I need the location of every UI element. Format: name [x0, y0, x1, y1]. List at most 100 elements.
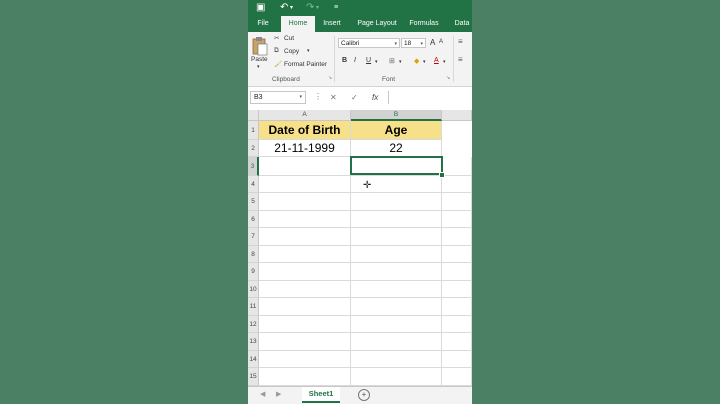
- grid-cell[interactable]: [442, 333, 472, 351]
- row-header-14[interactable]: 14: [248, 351, 259, 368]
- grid-cell[interactable]: [259, 351, 351, 368]
- borders-dropdown-icon[interactable]: ▾: [399, 59, 402, 65]
- undo-icon[interactable]: ↶: [280, 1, 288, 15]
- font-launcher-icon[interactable]: ↘: [446, 75, 450, 81]
- grid-cell[interactable]: [442, 176, 472, 193]
- fill-color-icon[interactable]: ◆: [414, 57, 419, 65]
- align-top-icon[interactable]: ≡: [458, 37, 463, 46]
- row-header-7[interactable]: 7: [248, 228, 259, 246]
- grid-cell[interactable]: [259, 368, 351, 386]
- redo-icon[interactable]: ↷: [306, 1, 314, 15]
- grid-cell[interactable]: [442, 246, 472, 263]
- grid-cell[interactable]: [442, 193, 472, 211]
- grid-cell[interactable]: [442, 351, 472, 368]
- cell-b1[interactable]: Age: [351, 121, 442, 140]
- grid-cell[interactable]: [442, 228, 472, 246]
- fill-dropdown-icon[interactable]: ▾: [423, 59, 426, 65]
- grid-cell[interactable]: [259, 333, 351, 351]
- underline-button[interactable]: U: [366, 57, 371, 64]
- grid-cell[interactable]: [442, 316, 472, 333]
- grid-cell[interactable]: [351, 263, 442, 281]
- save-icon[interactable]: ▣: [256, 1, 265, 15]
- grid-cell[interactable]: [259, 211, 351, 228]
- grid-cell[interactable]: [259, 228, 351, 246]
- row-header-8[interactable]: 8: [248, 246, 259, 263]
- sheet-next-icon[interactable]: ▶: [276, 390, 281, 398]
- tab-data[interactable]: Data: [449, 16, 472, 32]
- tab-page-layout[interactable]: Page Layout: [352, 16, 402, 32]
- clipboard-launcher-icon[interactable]: ↘: [328, 75, 332, 81]
- bold-button[interactable]: B: [342, 57, 347, 64]
- grid-cell[interactable]: [351, 228, 442, 246]
- grid-cell[interactable]: [259, 176, 351, 193]
- undo-dropdown-icon[interactable]: ▾: [290, 1, 293, 15]
- row-header-9[interactable]: 9: [248, 263, 259, 281]
- grid-cell[interactable]: [442, 298, 472, 316]
- grid-cell[interactable]: [351, 298, 442, 316]
- row-header-1[interactable]: 1: [248, 121, 259, 140]
- copy-dropdown-icon[interactable]: ▾: [307, 48, 310, 54]
- grid-cell[interactable]: [351, 316, 442, 333]
- grid-cell[interactable]: [259, 193, 351, 211]
- redo-dropdown-icon[interactable]: ▾: [316, 1, 319, 15]
- row-header-10[interactable]: 10: [248, 281, 259, 298]
- grid-cell[interactable]: [442, 368, 472, 386]
- cell-b2[interactable]: 22: [351, 140, 442, 157]
- grid-cell[interactable]: [351, 246, 442, 263]
- row-header-12[interactable]: 12: [248, 316, 259, 333]
- font-size-select[interactable]: 18 ▾: [401, 38, 426, 48]
- grid-cell[interactable]: [351, 193, 442, 211]
- italic-button[interactable]: I: [354, 57, 356, 64]
- tab-home[interactable]: Home: [281, 16, 315, 32]
- grid-cell[interactable]: [259, 263, 351, 281]
- add-sheet-icon[interactable]: +: [358, 389, 370, 401]
- fx-icon[interactable]: fx: [372, 93, 378, 102]
- tab-formulas[interactable]: Formulas: [406, 16, 442, 32]
- decrease-font-icon[interactable]: A: [439, 39, 443, 45]
- grid-cell[interactable]: [259, 157, 351, 176]
- grid-cell[interactable]: [442, 281, 472, 298]
- row-header-4[interactable]: 4: [248, 176, 259, 193]
- column-header-a[interactable]: A: [259, 110, 351, 121]
- grid-cell[interactable]: [442, 263, 472, 281]
- selected-cell-b3[interactable]: [350, 156, 443, 175]
- row-header-3[interactable]: 3: [248, 157, 259, 176]
- customize-icon[interactable]: ≡: [334, 1, 338, 15]
- column-header-c[interactable]: [442, 110, 472, 121]
- grid-cell[interactable]: [442, 211, 472, 228]
- paste-button[interactable]: Paste ▾: [250, 34, 270, 72]
- align-left-icon[interactable]: ≡: [458, 55, 463, 64]
- grid-cell[interactable]: [351, 281, 442, 298]
- tab-file[interactable]: File: [252, 16, 274, 32]
- select-all-corner[interactable]: [248, 110, 259, 121]
- grid-cell[interactable]: [351, 333, 442, 351]
- font-name-select[interactable]: Calibri ▾: [338, 38, 400, 48]
- enter-icon[interactable]: ✓: [351, 93, 358, 102]
- grid-cell[interactable]: [351, 351, 442, 368]
- cut-button[interactable]: ✂ Cut: [274, 34, 314, 44]
- cell-a1[interactable]: Date of Birth: [259, 121, 351, 140]
- cancel-icon[interactable]: ✕: [330, 93, 337, 102]
- grid-cell[interactable]: [259, 316, 351, 333]
- copy-button[interactable]: ⧉ Copy ▾: [274, 47, 314, 57]
- grid-cell[interactable]: [259, 281, 351, 298]
- cell-a2[interactable]: 21-11-1999: [259, 140, 351, 157]
- row-header-15[interactable]: 15: [248, 368, 259, 386]
- sheet-prev-icon[interactable]: ◀: [260, 390, 265, 398]
- borders-icon[interactable]: ⊞: [389, 57, 395, 65]
- grid-cell[interactable]: [351, 211, 442, 228]
- font-color-dropdown-icon[interactable]: ▾: [443, 59, 446, 65]
- tab-insert[interactable]: Insert: [318, 16, 346, 32]
- row-header-2[interactable]: 2: [248, 140, 259, 157]
- font-color-icon[interactable]: A: [434, 57, 439, 64]
- grid-cell[interactable]: [259, 246, 351, 263]
- row-header-5[interactable]: 5: [248, 193, 259, 211]
- sheet-tab-sheet1[interactable]: Sheet1: [302, 387, 340, 403]
- grid-cell[interactable]: [259, 298, 351, 316]
- paste-dropdown-icon[interactable]: ▾: [257, 64, 260, 70]
- row-header-13[interactable]: 13: [248, 333, 259, 351]
- increase-font-icon[interactable]: A: [430, 38, 435, 47]
- grid-cell[interactable]: [442, 157, 472, 176]
- row-header-6[interactable]: 6: [248, 211, 259, 228]
- column-header-b[interactable]: B: [351, 110, 442, 121]
